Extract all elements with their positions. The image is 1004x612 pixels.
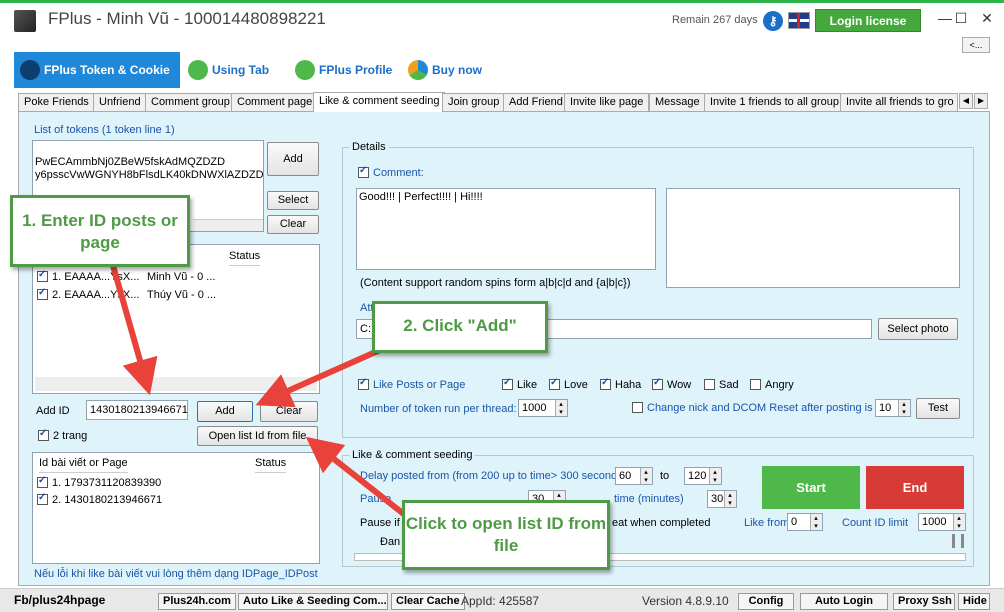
clear-cache-button[interactable]: Clear Cache [391,593,465,610]
arrow-to-add-button [255,347,382,408]
app-id: AppId: 425587 [461,594,540,608]
auto-login-button[interactable]: Auto Login [800,593,888,610]
plus24h-link[interactable]: Plus24h.com [158,593,236,610]
status-bar: Fb/plus24hpage Plus24h.com Auto Like & S… [0,588,1004,612]
callout-open-list: Click to open list ID from file [402,500,610,570]
version: Version 4.8.9.10 [642,594,729,608]
arrow-to-add-id [109,261,158,396]
config-button[interactable]: Config [738,593,794,610]
callout-enter-id: 1. Enter ID posts or page [10,195,190,267]
auto-like-seeding-button[interactable]: Auto Like & Seeding Com... [238,593,388,610]
fb-page-link[interactable]: Fb/plus24hpage [14,593,105,607]
proxy-ssh-button[interactable]: Proxy Ssh [893,593,955,610]
callout-click-add: 2. Click "Add" [372,301,548,353]
arrow-to-open-list [305,436,407,518]
hide-button[interactable]: Hide [958,593,990,610]
